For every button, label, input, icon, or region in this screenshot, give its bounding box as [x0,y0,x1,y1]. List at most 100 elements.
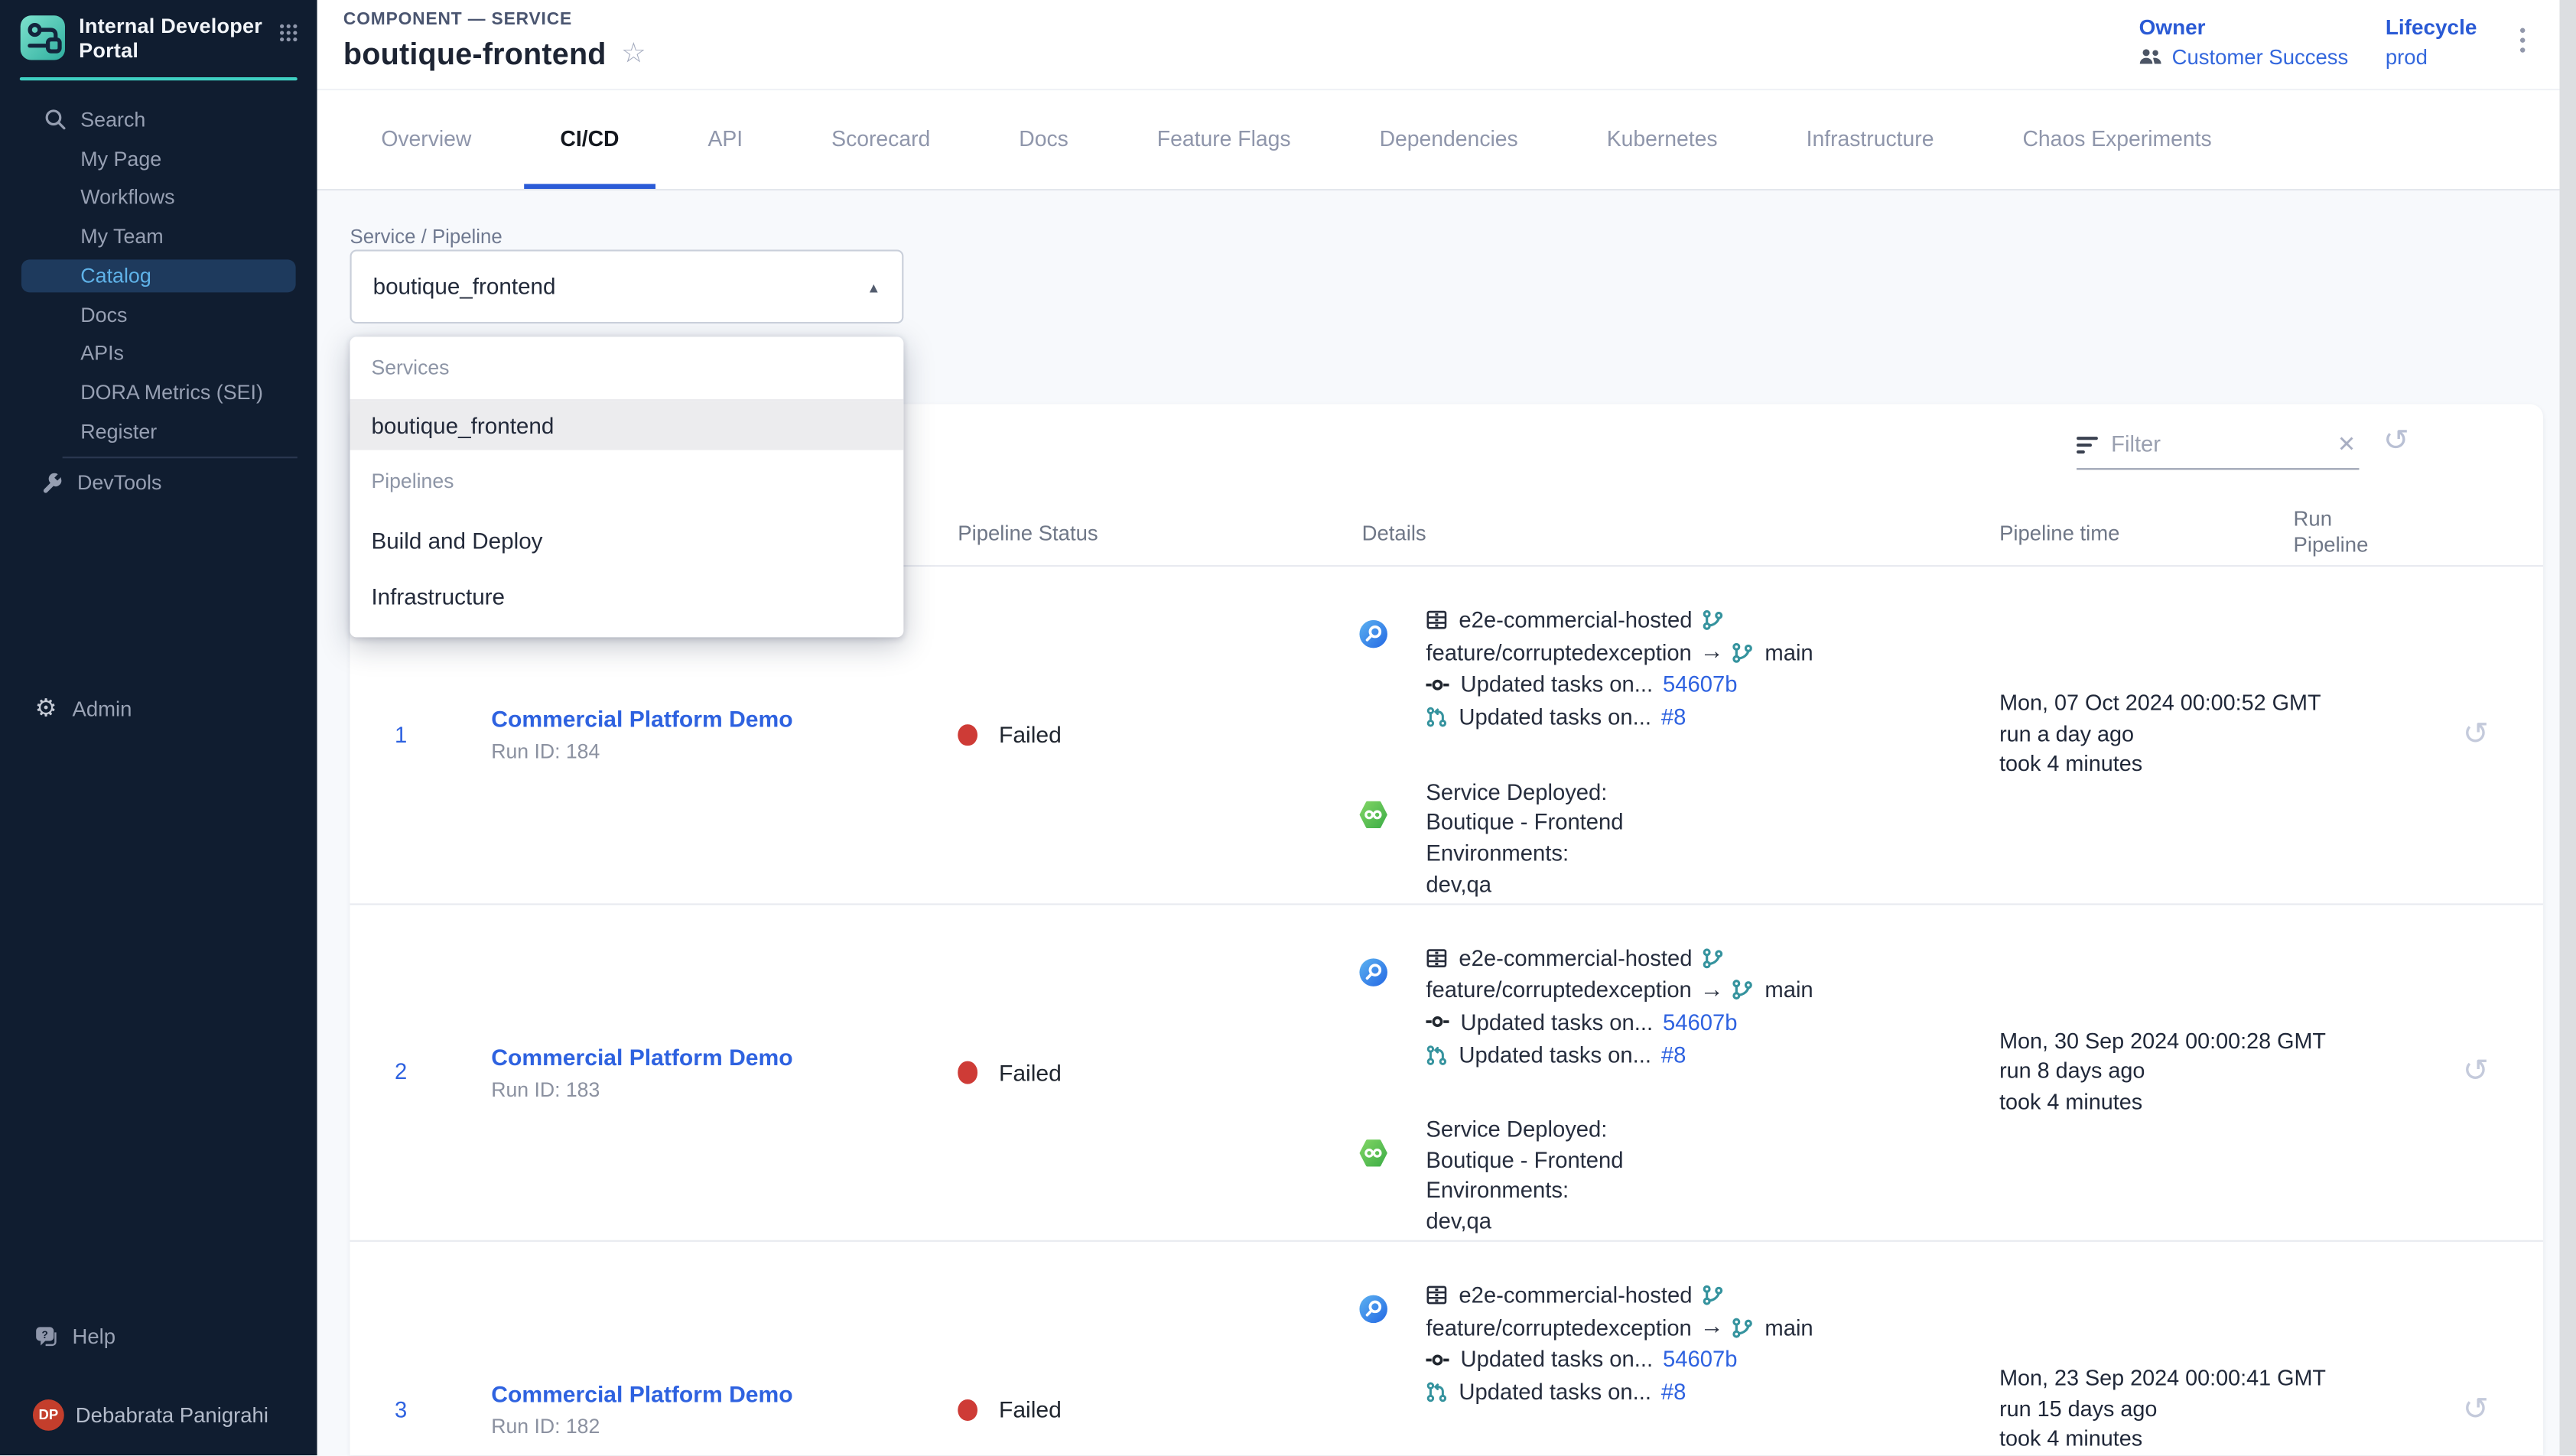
cd-stage-icon [1358,800,1388,899]
pipeline-time-cell: Mon, 07 Oct 2024 00:00:52 GMT run a day … [1999,689,2321,780]
sidebar-item-label: DORA Metrics (SEI) [80,381,263,404]
commit-link[interactable]: 54607b [1663,673,1737,697]
failed-status-dot [958,723,977,746]
arrow-right-icon: → [1700,639,1724,665]
sidebar-item-search[interactable]: Search [0,100,317,139]
dropdown-option-infrastructure[interactable]: Infrastructure [350,568,904,624]
search-icon [44,109,66,131]
app-title: Internal Developer Portal [79,15,279,63]
repo-name[interactable]: e2e-commercial-hosted [1459,946,1692,970]
vertical-scrollbar[interactable] [2560,0,2576,1455]
tab-bar: Overview CI/CD API Scorecard Docs Featur… [317,89,2248,189]
favorite-star-icon[interactable]: ☆ [621,40,646,70]
owner-block: Owner Customer Success [2139,15,2349,69]
sidebar-item-label: APIs [80,342,124,365]
git-branch-icon [1732,980,1753,1001]
pipeline-name-link[interactable]: Commercial Platform Demo [491,1042,792,1071]
tab-api[interactable]: API [672,89,779,189]
run-index[interactable]: 3 [373,1242,429,1455]
sidebar-item-my-team[interactable]: My Team [0,217,317,256]
dropdown-option-build-and-deploy[interactable]: Build and Deploy [350,512,904,568]
rerun-pipeline-icon[interactable]: ↺ [2448,1242,2503,1455]
pr-link[interactable]: #8 [1661,1380,1686,1404]
tab-dependencies[interactable]: Dependencies [1343,89,1554,189]
tab-chaos-experiments[interactable]: Chaos Experiments [1986,89,2248,189]
run-id: Run ID: 184 [491,739,792,765]
clear-filter-icon[interactable]: ✕ [2337,431,2360,457]
source-branch[interactable]: feature/corruptedexception [1426,1315,1691,1340]
dropdown-option-boutique-frontend[interactable]: boutique_frontend [350,401,904,450]
sidebar-item-label: Search [80,108,145,131]
target-branch[interactable]: main [1764,640,1813,665]
wrench-icon [41,473,63,494]
run-relative: run 8 days ago [1999,1057,2326,1087]
breadcrumb: COMPONENT — SERVICE [343,10,572,30]
filter-icon [2077,434,2098,454]
pipeline-select-label: Service / Pipeline [350,225,503,248]
sidebar-item-register[interactable]: Register [0,412,317,451]
ci-stage-icon [1358,619,1388,733]
commit-link[interactable]: 54607b [1663,1010,1737,1035]
sidebar-item-workflows[interactable]: Workflows [0,178,317,217]
sidebar-item-label: DevTools [77,472,161,495]
tab-docs[interactable]: Docs [983,89,1104,189]
sidebar-item-label: My Team [80,225,163,248]
tab-kubernetes[interactable]: Kubernetes [1570,89,1753,189]
repo-name[interactable]: e2e-commercial-hosted [1459,1283,1692,1308]
status-cell: Failed [958,904,1062,1240]
git-branch-icon [1702,947,1723,969]
help-chat-icon: ? [33,1324,59,1347]
sidebar-item-dora-metrics[interactable]: DORA Metrics (SEI) [0,373,317,412]
sidebar-item-catalog[interactable]: Catalog [21,259,296,292]
rerun-pipeline-icon[interactable]: ↺ [2448,567,2503,902]
rerun-pipeline-icon[interactable]: ↺ [2448,904,2503,1240]
source-branch[interactable]: feature/corruptedexception [1426,978,1691,1003]
pr-link[interactable]: #8 [1661,1042,1686,1067]
pull-request-icon [1426,707,1447,728]
repository-icon [1426,947,1447,969]
pipeline-select-value: boutique_frontend [373,275,556,299]
arrow-right-icon: → [1700,1315,1724,1341]
pipeline-select[interactable]: boutique_frontend ▲ [350,249,904,323]
tab-infrastructure[interactable]: Infrastructure [1770,89,1969,189]
dropdown-group-services: Services [350,336,904,401]
sidebar-item-docs[interactable]: Docs [0,295,317,334]
tab-overview[interactable]: Overview [345,89,508,189]
more-options-kebab-icon[interactable] [2513,21,2532,59]
refresh-icon[interactable]: ↺ [2383,424,2409,458]
sidebar-item-help[interactable]: ? Help [0,1316,317,1357]
run-duration: took 4 minutes [1999,750,2321,781]
target-branch[interactable]: main [1764,1315,1813,1340]
app-switcher-icon[interactable] [279,21,298,44]
sidebar-item-my-page[interactable]: My Page [0,139,317,178]
page-header: COMPONENT — SERVICE boutique-frontend ☆ … [317,0,2576,190]
source-branch[interactable]: feature/corruptedexception [1426,640,1691,665]
commit-link[interactable]: 54607b [1663,1347,1737,1372]
tab-feature-flags[interactable]: Feature Flags [1121,89,1327,189]
commit-message: Updated tasks on... [1461,673,1654,697]
target-branch[interactable]: main [1764,978,1813,1003]
cd-stage-icon [1358,1137,1388,1237]
owner-value[interactable]: Customer Success [2139,44,2349,69]
pipeline-select-dropdown: Services boutique_frontend Pipelines Bui… [350,336,904,637]
status-text: Failed [999,1059,1062,1085]
pipeline-name-link[interactable]: Commercial Platform Demo [491,1380,792,1409]
sidebar-item-apis[interactable]: APIs [0,334,317,373]
page-title: boutique-frontend [343,36,607,72]
run-id: Run ID: 182 [491,1414,792,1440]
app-logo-icon [20,15,66,60]
sidebar-item-devtools[interactable]: DevTools [0,464,317,503]
filter-input[interactable] [2108,431,2308,459]
run-index[interactable]: 2 [373,904,429,1240]
pipeline-name-link[interactable]: Commercial Platform Demo [491,704,792,734]
tab-cicd[interactable]: CI/CD [524,89,655,189]
tab-scorecard[interactable]: Scorecard [795,89,967,189]
sidebar-user[interactable]: DP Debabrata Panigrahi [0,1393,317,1435]
sidebar-item-admin[interactable]: ⚙ Admin [0,688,317,730]
git-branch-icon [1702,610,1723,632]
pr-link[interactable]: #8 [1661,705,1686,730]
repo-name[interactable]: e2e-commercial-hosted [1459,608,1692,632]
user-name: Debabrata Panigrahi [76,1402,268,1426]
arrow-right-icon: → [1700,977,1724,1003]
owner-label: Owner [2139,15,2349,39]
